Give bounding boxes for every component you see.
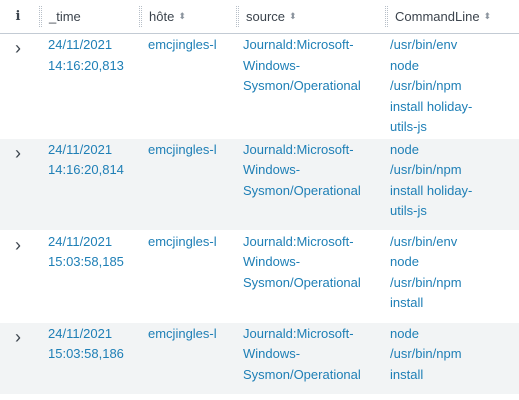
sort-icon[interactable]: ⬍ [289,11,297,22]
host-cell: emcjingles-l [136,230,233,323]
host-link[interactable]: emcjingles-l [148,234,217,249]
time-clock-link[interactable]: 14:16:20,813 [48,58,124,73]
source-line: Journald:Microsoft- [243,37,354,52]
commandline-cell: node/usr/bin/npm install [382,322,519,395]
commandline-line: utils-js [390,119,427,134]
commandline-cell: node/usr/bin/npm install holiday-utils-js [382,138,519,231]
source-line: Journald:Microsoft- [243,325,354,341]
chevron-right-icon[interactable]: › [15,34,21,58]
commandline-cell: /usr/bin/env node/usr/bin/npm install holi… [382,33,519,139]
commandline-line: install [390,295,424,310]
column-resize-handle[interactable] [39,6,42,27]
column-resize-handle[interactable] [139,6,142,27]
time-clock-link[interactable]: 15:03:58,186 [48,346,124,361]
commandline-link[interactable]: node/usr/bin/npm install holiday-utils-js [390,140,509,222]
chevron-right-icon[interactable]: › [15,323,21,347]
commandline-line: node [390,141,419,157]
commandline-line: /usr/bin/npm [390,78,462,93]
expand-cell[interactable]: › [0,322,36,395]
time-cell: 24/11/2021 14:16:20,814 [36,138,136,231]
expand-cell[interactable]: › [0,230,36,323]
table-row[interactable]: › 24/11/2021 15:03:58,186 emcjingles-l Journ… [0,322,519,395]
commandline-line: /usr/bin/env [390,233,458,249]
commandline-line: /usr/bin/npm [390,162,462,177]
table-row[interactable]: › 24/11/2021 14:16:20,814 emcjingles-l Journ… [0,138,519,231]
commandline-line: /usr/bin/npm [390,274,462,290]
host-link[interactable]: emcjingles-l [148,37,217,52]
source-line: Sysmon/Operational [243,366,361,382]
time-date-link[interactable]: 24/11/2021 [48,234,112,249]
source-cell: Journald:Microsoft- Windows- Sysmon/Operat… [233,322,382,395]
chevron-right-icon[interactable]: › [15,231,21,255]
commandline-line: install [390,366,424,382]
header-source[interactable]: source ⬍ [233,0,382,34]
sort-icon[interactable]: ⬍ [178,11,186,22]
source-link[interactable]: Journald:Microsoft- Windows- Sysmon/Operat… [243,324,376,386]
header-source-label: source [246,9,286,24]
commandline-link[interactable]: /usr/bin/env node/usr/bin/npm install [390,232,509,314]
time-date-link[interactable]: 24/11/2021 [48,142,112,157]
source-line: Windows- [243,346,301,361]
table-header: i _time hôte ⬍ source ⬍ CommandLine ⬍ [0,0,519,34]
header-commandline[interactable]: CommandLine ⬍ [382,0,519,34]
source-line: Journald:Microsoft- [243,141,354,157]
table-body: › 24/11/2021 14:16:20,813 emcjingles-l Journ… [0,33,519,395]
source-line: Windows- [243,254,301,269]
commandline-line: utils-js [390,203,427,218]
source-line: Sysmon/Operational [243,182,361,198]
column-resize-handle[interactable] [236,6,239,27]
source-cell: Journald:Microsoft- Windows- Sysmon/Operat… [233,230,382,323]
header-commandline-label: CommandLine [395,9,480,24]
table-row[interactable]: › 24/11/2021 14:16:20,813 emcjingles-l Journ… [0,33,519,139]
commandline-line: /usr/bin/npm [390,346,462,361]
commandline-link[interactable]: node/usr/bin/npm install [390,324,509,386]
host-cell: emcjingles-l [136,138,233,231]
commandline-line: install holiday- [390,98,473,114]
commandline-line: install holiday- [390,182,473,198]
source-link[interactable]: Journald:Microsoft- Windows- Sysmon/Operat… [243,140,376,202]
expand-cell[interactable]: › [0,138,36,231]
chevron-right-icon[interactable]: › [15,139,21,163]
header-time-label: _time [49,9,81,24]
time-cell: 24/11/2021 15:03:58,185 [36,230,136,323]
source-line: Windows- [243,162,301,177]
source-line: Sysmon/Operational [243,78,361,93]
commandline-line: node [390,57,419,73]
info-icon: i [15,9,21,24]
source-line: Sysmon/Operational [243,274,361,290]
source-link[interactable]: Journald:Microsoft- Windows- Sysmon/Operat… [243,35,376,97]
time-clock-link[interactable]: 14:16:20,814 [48,162,124,177]
source-cell: Journald:Microsoft- Windows- Sysmon/Operat… [233,33,382,139]
time-date-link[interactable]: 24/11/2021 [48,37,112,52]
commandline-line: node [390,325,419,341]
header-host-label: hôte [149,9,175,24]
expand-cell[interactable]: › [0,33,36,139]
commandline-line: /usr/bin/env [390,37,458,52]
host-link[interactable]: emcjingles-l [148,142,217,157]
commandline-cell: /usr/bin/env node/usr/bin/npm install [382,230,519,323]
time-date-link[interactable]: 24/11/2021 [48,326,112,341]
source-cell: Journald:Microsoft- Windows- Sysmon/Operat… [233,138,382,231]
commandline-line: node [390,254,419,269]
host-link[interactable]: emcjingles-l [148,326,217,341]
source-line: Windows- [243,57,301,73]
source-line: Journald:Microsoft- [243,233,354,249]
time-clock-link[interactable]: 15:03:58,185 [48,254,124,269]
events-table: i _time hôte ⬍ source ⬍ CommandLine ⬍ › … [0,0,519,395]
sort-icon[interactable]: ⬍ [484,11,492,22]
host-cell: emcjingles-l [136,322,233,395]
header-time[interactable]: _time [36,0,136,34]
column-resize-handle[interactable] [385,6,388,27]
commandline-link[interactable]: /usr/bin/env node/usr/bin/npm install holi… [390,35,509,138]
header-host[interactable]: hôte ⬍ [136,0,233,34]
source-link[interactable]: Journald:Microsoft- Windows- Sysmon/Operat… [243,232,376,294]
host-cell: emcjingles-l [136,33,233,139]
header-info: i [0,0,36,34]
time-cell: 24/11/2021 15:03:58,186 [36,322,136,395]
time-cell: 24/11/2021 14:16:20,813 [36,33,136,139]
table-row[interactable]: › 24/11/2021 15:03:58,185 emcjingles-l Journ… [0,230,519,323]
